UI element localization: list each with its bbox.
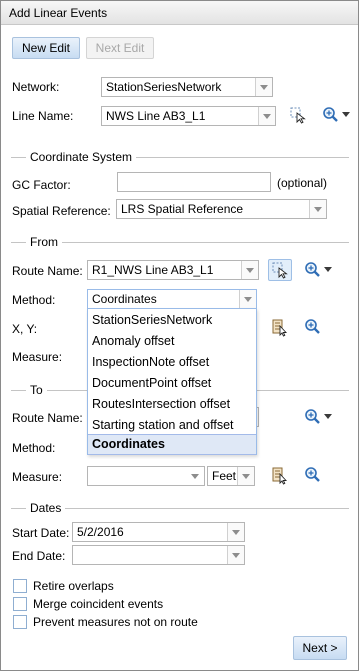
to-measure-unit-select[interactable]: Feet — [207, 466, 255, 486]
select-route-on-map-icon[interactable] — [268, 259, 292, 281]
chevron-down-icon[interactable] — [309, 200, 326, 218]
retire-overlaps-label: Retire overlaps — [33, 579, 114, 593]
from-route-name-select[interactable]: R1_NWS Line AB3_L1 — [87, 260, 259, 280]
window-title: Add Linear Events — [9, 6, 108, 20]
next-edit-button[interactable]: Next Edit — [86, 37, 154, 59]
to-measure-unit-value: Feet — [212, 469, 237, 483]
start-date-input[interactable]: 5/2/2016 — [72, 522, 245, 542]
spatial-reference-label: Spatial Reference: — [12, 204, 111, 218]
chevron-down-icon[interactable] — [241, 261, 258, 279]
method-option[interactable]: StationSeriesNetwork — [88, 310, 256, 331]
network-label: Network: — [12, 80, 60, 94]
merge-coincident-checkbox[interactable] — [13, 597, 27, 611]
prevent-measures-label: Prevent measures not on route — [33, 615, 198, 629]
spatial-reference-select[interactable]: LRS Spatial Reference — [116, 199, 327, 219]
gc-factor-label: GC Factor: — [12, 178, 71, 192]
pick-coordinates-icon[interactable] — [269, 317, 289, 337]
coordinate-system-heading: Coordinate System — [26, 150, 137, 164]
dates-heading: Dates — [26, 501, 66, 515]
calendar-dropdown-icon[interactable] — [227, 546, 244, 564]
end-date-input[interactable] — [72, 545, 245, 565]
new-edit-button[interactable]: New Edit — [12, 37, 80, 59]
from-method-select[interactable]: Coordinates — [87, 289, 257, 309]
zoom-to-icon[interactable] — [321, 105, 353, 125]
line-name-select-value: NWS Line AB3_L1 — [106, 109, 206, 123]
retire-overlaps-checkbox[interactable] — [13, 579, 27, 593]
gc-factor-optional-note: (optional) — [277, 176, 328, 190]
to-measure-label: Measure: — [12, 470, 63, 484]
from-route-name-value: R1_NWS Line AB3_L1 — [92, 263, 214, 277]
coordinate-system-section: Coordinate System — [11, 150, 349, 164]
to-heading: To — [26, 383, 47, 397]
from-method-label: Method: — [12, 293, 56, 307]
method-option[interactable]: Anomaly offset — [88, 331, 256, 352]
calendar-dropdown-icon[interactable] — [227, 523, 244, 541]
line-name-select[interactable]: NWS Line AB3_L1 — [101, 106, 276, 126]
to-method-label: Method: — [12, 441, 56, 455]
end-date-label: End Date: — [12, 549, 66, 563]
from-heading: From — [26, 235, 62, 249]
to-route-name-label: Route Name: — [12, 411, 83, 425]
prevent-measures-checkbox[interactable] — [13, 615, 27, 629]
gc-factor-input[interactable] — [117, 172, 271, 192]
method-dropdown-list: StationSeriesNetwork Anomaly offset Insp… — [87, 308, 257, 455]
chevron-down-icon[interactable] — [258, 107, 275, 125]
dates-section: Dates — [11, 501, 349, 515]
method-option[interactable]: DocumentPoint offset — [88, 373, 256, 394]
start-date-label: Start Date: — [12, 526, 70, 540]
spatial-reference-value: LRS Spatial Reference — [121, 202, 244, 216]
from-measure-label: Measure: — [12, 350, 63, 364]
from-method-value: Coordinates — [92, 292, 157, 306]
next-button[interactable]: Next > — [293, 636, 347, 660]
merge-coincident-label: Merge coincident events — [33, 597, 164, 611]
chevron-down-icon[interactable] — [255, 78, 272, 96]
method-option[interactable]: RoutesIntersection offset — [88, 394, 256, 415]
xy-zoom-icon[interactable] — [303, 317, 323, 337]
from-xy-label: X, Y: — [12, 322, 38, 336]
method-option[interactable]: InspectionNote offset — [88, 352, 256, 373]
network-select-value: StationSeriesNetwork — [106, 80, 222, 94]
to-zoom-to-icon[interactable] — [303, 407, 335, 427]
title-bar: Add Linear Events — [1, 1, 358, 25]
method-option-selected[interactable]: Coordinates — [88, 434, 256, 455]
network-select[interactable]: StationSeriesNetwork — [101, 77, 273, 97]
select-on-map-icon[interactable] — [288, 105, 308, 125]
from-zoom-to-icon[interactable] — [303, 260, 335, 280]
line-name-label: Line Name: — [12, 109, 74, 123]
chevron-down-icon[interactable] — [187, 467, 204, 485]
method-option[interactable]: Starting station and offset — [88, 415, 256, 436]
chevron-down-icon[interactable] — [237, 467, 254, 485]
start-date-value: 5/2/2016 — [77, 525, 124, 539]
chevron-down-icon[interactable] — [239, 290, 256, 308]
pick-measure-icon[interactable] — [269, 465, 289, 485]
from-route-name-label: Route Name: — [12, 264, 83, 278]
measure-zoom-icon[interactable] — [303, 465, 323, 485]
from-section: From — [11, 235, 349, 249]
add-linear-events-panel: Add Linear Events New Edit Next Edit Net… — [0, 0, 359, 671]
to-measure-input[interactable] — [87, 466, 205, 486]
